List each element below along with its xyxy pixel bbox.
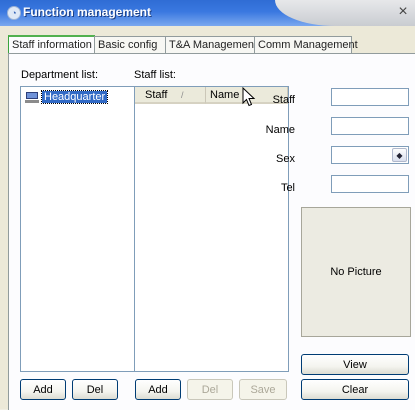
name-input[interactable] — [331, 117, 409, 135]
tab-ta-management[interactable]: T&A Management — [165, 36, 259, 53]
department-tree[interactable]: Headquarter — [20, 86, 135, 372]
view-button[interactable]: View — [301, 354, 409, 375]
staff-save-button[interactable]: Save — [239, 379, 287, 400]
department-list-label: Department list: — [21, 69, 99, 81]
staff-del-button[interactable]: Del — [187, 379, 233, 400]
sort-indicator-icon: / — [181, 90, 184, 100]
dropdown-arrow-icon[interactable]: ◆ — [392, 148, 407, 162]
staff-add-button[interactable]: Add — [135, 379, 181, 400]
tel-input[interactable] — [331, 175, 409, 193]
tab-basic-config[interactable]: Basic config — [94, 36, 168, 53]
app-icon: ◔ — [7, 6, 21, 20]
function-management-window: ◔ Function management × Staff informatio… — [0, 0, 415, 410]
sex-select[interactable]: ◆ — [331, 146, 409, 164]
tree-item-label: Headquarter — [40, 90, 109, 104]
tree-item-headquarter[interactable]: Headquarter — [25, 90, 109, 104]
mouse-pointer-icon — [242, 87, 256, 107]
staff-field-label: Staff — [272, 94, 295, 106]
tab-comm-management[interactable]: Comm Management — [254, 36, 358, 53]
title-bar[interactable]: ◔ Function management × — [0, 0, 415, 26]
column-header-staff[interactable]: Staff / — [135, 87, 206, 104]
computer-icon — [25, 91, 39, 103]
title-bar-curve — [275, 0, 415, 26]
department-del-button[interactable]: Del — [72, 379, 118, 400]
tab-staff-information[interactable]: Staff information — [8, 35, 95, 55]
tel-field-label: Tel — [280, 182, 295, 194]
close-icon[interactable]: × — [395, 4, 411, 20]
department-add-button[interactable]: Add — [20, 379, 66, 400]
staff-information-panel: Department list: Headquarter Add Del Sta… — [8, 53, 415, 410]
no-picture-text: No Picture — [330, 266, 382, 278]
staff-input[interactable] — [331, 88, 409, 106]
sex-field-label: Sex — [276, 153, 295, 165]
staff-list-label: Staff list: — [134, 69, 176, 81]
clear-button[interactable]: Clear — [301, 379, 409, 400]
name-field-label: Name — [265, 124, 295, 136]
window-title: Function management — [23, 5, 152, 19]
staff-photo: No Picture — [301, 207, 411, 337]
